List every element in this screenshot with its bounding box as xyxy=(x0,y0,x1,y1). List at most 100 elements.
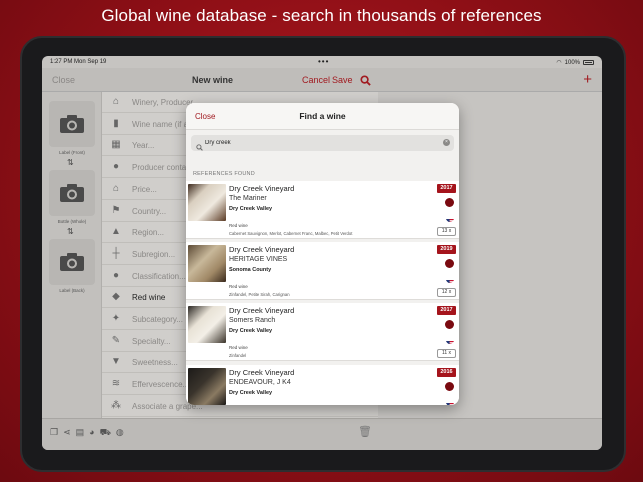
result-wine-color: Red wine xyxy=(229,284,248,290)
search-input[interactable] xyxy=(205,137,435,149)
chart-icon[interactable]: ◕ xyxy=(89,427,94,439)
modal-header: Find a wine Close xyxy=(186,103,459,130)
camera-icon xyxy=(60,184,84,202)
duplicate-icon[interactable]: ▤ xyxy=(76,427,85,439)
camera-icon xyxy=(60,115,84,133)
cart-icon[interactable]: ⛟ xyxy=(100,427,111,439)
us-flag-icon xyxy=(446,336,454,345)
photo-label-back: Label (Back) xyxy=(59,288,85,293)
vintage-badge: 2019 xyxy=(437,245,456,255)
us-flag-icon xyxy=(446,275,454,284)
bottom-toolbar: ❐ ⋖ ▤ ◕ ⛟ ◍ 🗑 xyxy=(42,418,602,450)
camera-icon xyxy=(60,253,84,271)
result-grapes: Zinfandel xyxy=(229,353,247,359)
nav-cancel-button[interactable]: Cancel xyxy=(302,75,330,85)
share-icon[interactable]: ⋖ xyxy=(63,427,71,439)
modal-close-button[interactable]: Close xyxy=(195,112,215,121)
camera-front-button[interactable] xyxy=(49,101,95,147)
form-row-label: Sweetness... xyxy=(132,358,178,368)
result-region: Sonoma County xyxy=(229,267,272,274)
bottle-icon: ▮ xyxy=(113,117,119,129)
result-wine-name: Somers Ranch xyxy=(229,317,276,325)
result-wine-color: Red wine xyxy=(229,223,248,228)
vintage-badge: 2016 xyxy=(437,367,456,377)
camera-back-button[interactable] xyxy=(49,239,95,285)
photo-label-front: Label (Front) xyxy=(59,150,85,155)
vintage-badge: 2017 xyxy=(437,184,456,193)
result-producer: Dry Creek Vineyard xyxy=(229,245,295,255)
vintage-badge: 2017 xyxy=(437,306,456,316)
battery-percent: 100% xyxy=(564,59,580,66)
form-row-label: Country... xyxy=(132,206,167,216)
map-icon: ▲ xyxy=(111,226,121,238)
result-producer: Dry Creek Vineyard xyxy=(229,367,295,377)
red-wine-dot-icon xyxy=(445,198,454,207)
search-icon[interactable] xyxy=(360,73,371,91)
globe-icon[interactable]: ◍ xyxy=(116,427,124,439)
search-bar: × xyxy=(191,135,454,151)
photo-panel: Label (Front) ⇅ Bottle (Whole) ⇅ Label (… xyxy=(42,92,102,418)
wine-label-thumbnail xyxy=(188,184,226,221)
result-region: Dry Creek Valley xyxy=(229,206,273,212)
brush-icon: ✎ xyxy=(111,334,121,346)
modal-title: Find a wine xyxy=(299,111,346,121)
reference-count-badge: 11 x xyxy=(437,349,456,359)
result-grapes: Cabernet Sauvignon, Merlot, Cabernet Fra… xyxy=(229,231,353,236)
form-row-label: Subcategory... xyxy=(132,315,183,324)
red-wine-dot-icon xyxy=(445,320,454,330)
person-icon: ● xyxy=(112,161,120,173)
wine-label-thumbnail xyxy=(188,306,226,344)
result-region: Dry Creek Valley xyxy=(229,389,273,396)
battery-indicator: ◠ 100% xyxy=(556,59,594,66)
result-wine-color: Red wine xyxy=(229,345,248,351)
camera-bottle-button[interactable] xyxy=(49,170,95,216)
result-producer: Dry Creek Vineyard xyxy=(229,306,295,316)
result-wine-name: HERITAGE VINES xyxy=(229,256,288,264)
wine-label-thumbnail xyxy=(188,245,226,283)
flask-icon: ▼ xyxy=(111,356,121,368)
photo-label-bottle: Bottle (Whole) xyxy=(57,219,87,224)
nav-close-button[interactable]: Close xyxy=(52,75,75,85)
calendar-icon: ▦ xyxy=(111,139,121,151)
battery-icon xyxy=(583,60,594,65)
promo-headline: Global wine database - search in thousan… xyxy=(101,6,542,25)
add-icon[interactable]: + xyxy=(583,71,592,88)
find-wine-modal: Find a wine Close × REFERENCES FOUND Dry… xyxy=(186,103,459,405)
flag-icon: ⚑ xyxy=(111,204,121,216)
form-row-label: Red wine xyxy=(132,293,166,303)
wifi-icon: ◠ xyxy=(556,60,562,66)
nav-save-button[interactable]: Save xyxy=(332,75,353,85)
list-item[interactable]: Dry Creek Vineyard The Mariner Dry Creek V… xyxy=(186,181,459,239)
copy-icon[interactable]: ❐ xyxy=(50,427,58,439)
pin-icon: ● xyxy=(112,269,120,281)
result-region: Dry Creek Valley xyxy=(229,328,273,335)
list-item[interactable]: Dry Creek Vineyard HERITAGE VINES Sonoma C… xyxy=(186,242,459,301)
reference-count-badge: 13 x xyxy=(437,227,456,236)
multitask-dots[interactable]: ••• xyxy=(318,57,329,66)
form-row-label: Specialty... xyxy=(132,336,171,346)
section-header: REFERENCES FOUND xyxy=(193,171,255,177)
tag-icon: ◆ xyxy=(112,291,120,303)
search-icon xyxy=(196,138,203,156)
form-row-label: Effervescence... xyxy=(132,380,190,390)
list-item[interactable]: Dry Creek Vineyard Somers Ranch Dry Creek … xyxy=(186,303,459,362)
result-wine-name: ENDEAVOUR, J K4 xyxy=(229,378,291,386)
bank-icon: ⌂ xyxy=(112,182,120,194)
form-row-label: Region... xyxy=(132,228,165,238)
trash-icon[interactable]: 🗑 xyxy=(358,425,372,438)
list-item[interactable]: Dry Creek Vineyard ENDEAVOUR, J K4 Dry Cre… xyxy=(186,364,459,405)
grape-icon: ⁂ xyxy=(111,399,121,411)
bubbles-icon: ≋ xyxy=(111,378,121,390)
us-flag-icon xyxy=(446,214,454,222)
reference-count-badge: 12 x xyxy=(437,288,456,298)
clear-search-icon[interactable]: × xyxy=(443,139,450,146)
form-row-label: Year... xyxy=(132,141,155,151)
red-wine-dot-icon xyxy=(445,259,454,269)
status-time: 1:27 PM Mon Sep 19 xyxy=(50,59,107,65)
swap-icon[interactable]: ⇅ xyxy=(67,227,74,236)
swap-icon[interactable]: ⇅ xyxy=(67,158,74,167)
status-bar: 1:27 PM Mon Sep 19 ••• ◠ 100% xyxy=(42,56,602,68)
result-wine-name: The Mariner xyxy=(229,195,267,202)
results-list[interactable]: Dry Creek Vineyard The Mariner Dry Creek V… xyxy=(186,181,459,405)
nav-title: New wine xyxy=(192,75,234,85)
